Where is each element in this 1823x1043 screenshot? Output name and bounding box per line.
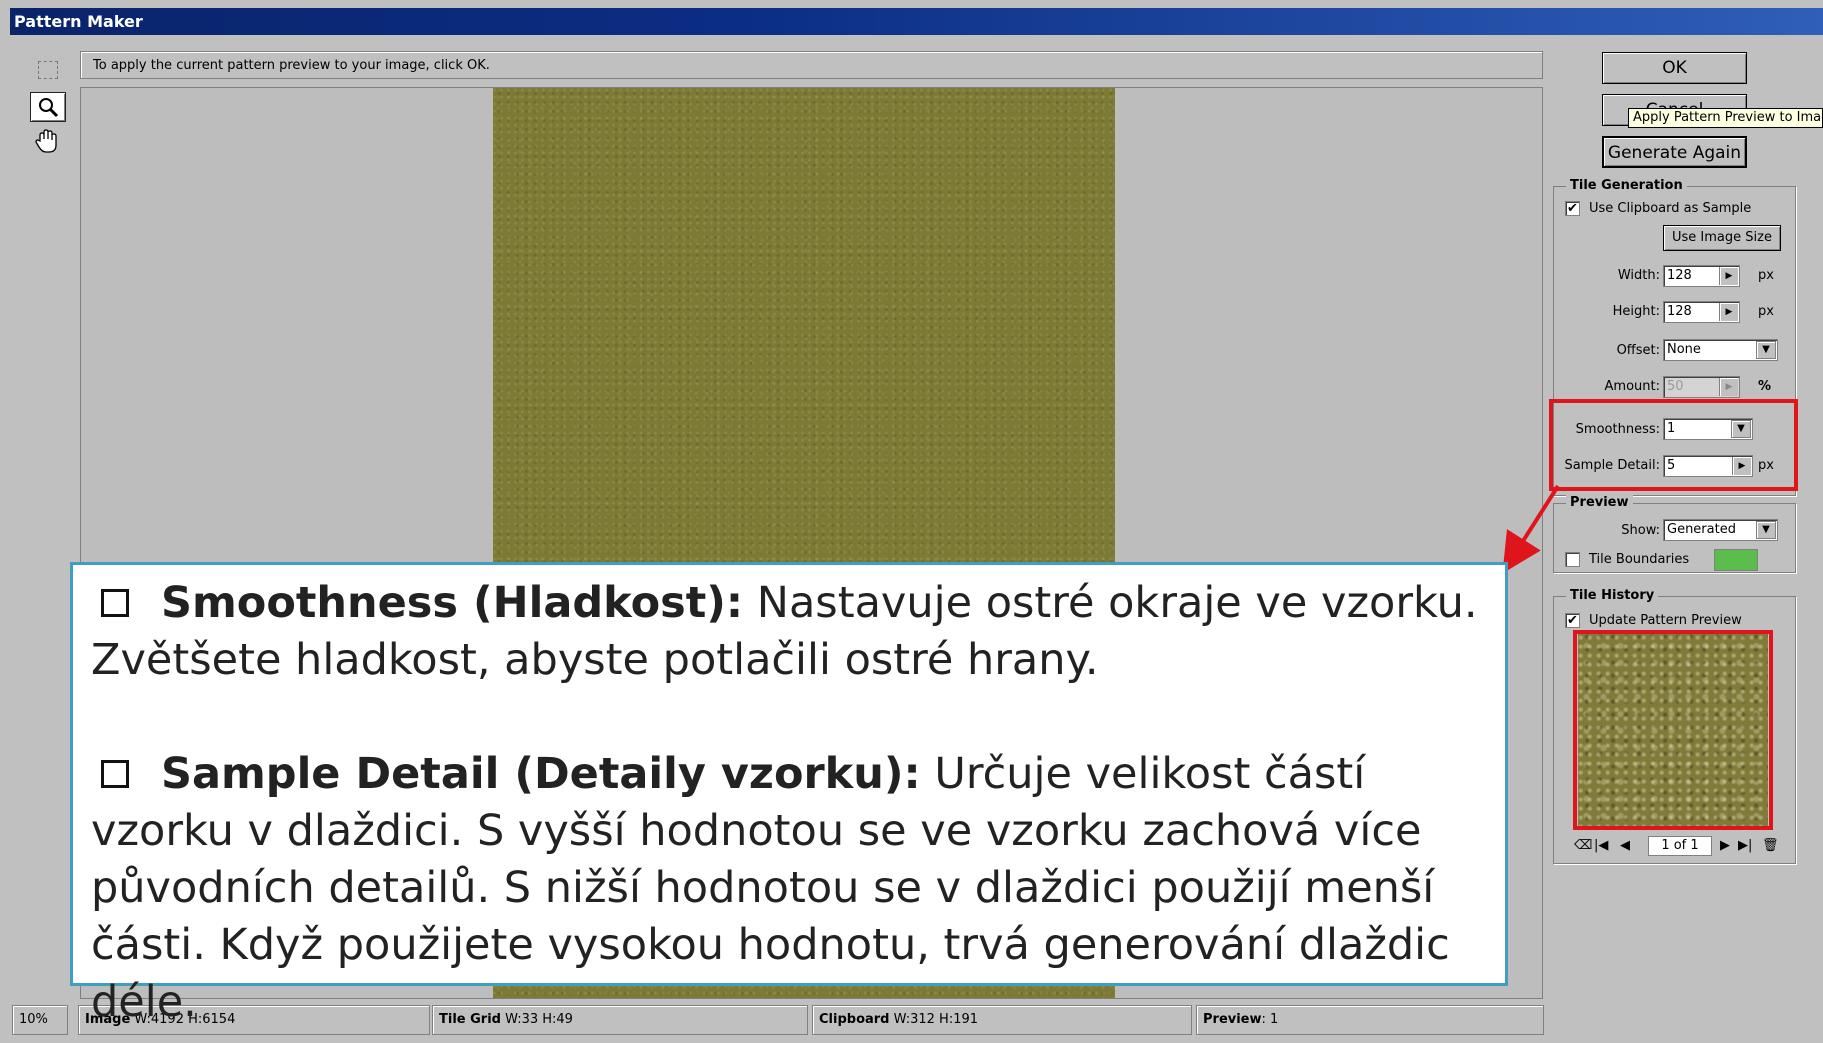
callout-item-smoothness: Smoothness (Hladkost): Nastavuje ostré o… xyxy=(91,575,1487,689)
tile-history-title: Tile History xyxy=(1566,588,1659,604)
first-tile-icon[interactable]: |◀ xyxy=(1594,836,1608,856)
height-unit: px xyxy=(1758,304,1774,319)
amount-input: 50 ▶ xyxy=(1663,376,1740,398)
update-preview-label: Update Pattern Preview xyxy=(1589,613,1742,628)
show-value: Generated xyxy=(1667,522,1736,537)
checkbox-bullet-icon xyxy=(101,759,129,788)
marquee-icon xyxy=(38,61,58,79)
window-title: Pattern Maker xyxy=(10,8,1823,35)
update-preview-checkbox[interactable]: ✔ xyxy=(1565,613,1580,628)
zoom-tool[interactable] xyxy=(30,92,66,122)
callout-item2-title: Sample Detail (Detaily vzorku): xyxy=(161,749,921,799)
preview-title: Preview xyxy=(1566,495,1633,511)
magnifier-icon xyxy=(39,98,59,118)
tile-history-page: 1 of 1 xyxy=(1648,836,1712,856)
callout-item-sample-detail: Sample Detail (Detaily vzorku): Určuje v… xyxy=(91,746,1487,1031)
last-tile-icon[interactable]: ▶| xyxy=(1738,836,1752,856)
next-tile-icon[interactable]: ▶ xyxy=(1720,836,1730,856)
amount-arrow-icon: ▶ xyxy=(1719,378,1738,396)
use-clipboard-label: Use Clipboard as Sample xyxy=(1589,201,1752,216)
use-image-size-button[interactable]: Use Image Size xyxy=(1663,225,1781,251)
offset-value: None xyxy=(1667,342,1701,357)
status-zoom: 10% xyxy=(12,1005,68,1035)
width-unit: px xyxy=(1758,268,1774,283)
tile-history-highlight-box xyxy=(1573,630,1773,830)
tile-boundaries-checkbox[interactable] xyxy=(1565,552,1580,567)
height-value: 128 xyxy=(1667,304,1692,319)
height-input[interactable]: 128 ▶ xyxy=(1663,301,1740,323)
show-label: Show: xyxy=(1621,523,1660,538)
use-clipboard-checkbox[interactable]: ✔ xyxy=(1565,201,1580,216)
show-chevron-down-icon[interactable]: ▼ xyxy=(1756,521,1776,539)
trash-icon[interactable]: 🗑 xyxy=(1762,836,1779,856)
delete-tile-icon[interactable]: ⌫ xyxy=(1574,836,1592,856)
offset-chevron-down-icon[interactable]: ▼ xyxy=(1756,341,1776,359)
offset-select[interactable]: None ▼ xyxy=(1663,339,1778,361)
height-arrow-icon[interactable]: ▶ xyxy=(1719,303,1738,321)
offset-label: Offset: xyxy=(1616,343,1660,358)
rectangular-marquee-tool[interactable] xyxy=(30,55,64,83)
callout-item1-title: Smoothness (Hladkost): xyxy=(161,578,744,628)
tile-boundaries-color-swatch[interactable] xyxy=(1714,549,1758,571)
ok-tooltip: Apply Pattern Preview to Image xyxy=(1628,108,1823,128)
amount-unit: % xyxy=(1758,379,1772,394)
width-label: Width: xyxy=(1617,268,1660,283)
amount-value: 50 xyxy=(1667,379,1684,394)
show-select[interactable]: Generated ▼ xyxy=(1663,519,1778,541)
hand-tool[interactable] xyxy=(30,127,64,155)
amount-label: Amount: xyxy=(1604,379,1660,394)
width-value: 128 xyxy=(1667,268,1692,283)
width-input[interactable]: 128 ▶ xyxy=(1663,265,1740,287)
height-label: Height: xyxy=(1612,304,1660,319)
instruction-bar: To apply the current pattern preview to … xyxy=(80,51,1543,79)
previous-tile-icon[interactable]: ◀ xyxy=(1620,836,1630,856)
tile-generation-title: Tile Generation xyxy=(1566,178,1687,194)
width-arrow-icon[interactable]: ▶ xyxy=(1719,267,1738,285)
ok-button[interactable]: OK xyxy=(1602,52,1747,84)
hand-icon xyxy=(35,129,57,153)
generate-again-button[interactable]: Generate Again xyxy=(1602,136,1747,168)
checkbox-bullet-icon xyxy=(101,588,129,617)
tile-boundaries-label: Tile Boundaries xyxy=(1589,552,1690,567)
smoothness-highlight-box xyxy=(1549,399,1798,491)
explanation-callout: Smoothness (Hladkost): Nastavuje ostré o… xyxy=(70,562,1508,1027)
